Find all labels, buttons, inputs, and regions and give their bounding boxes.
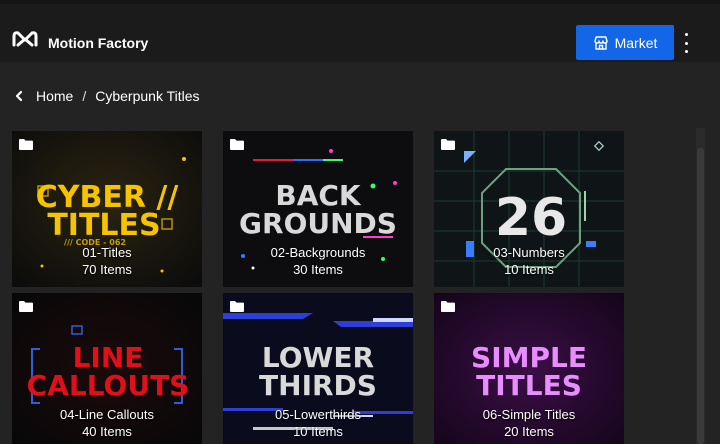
thumbnail-text: GROUNDS — [239, 207, 397, 240]
folder-item-count: 40 Items — [82, 424, 132, 439]
folder-tile[interactable]: BACK GROUNDS 02-Backgrounds 30 Items — [223, 131, 413, 287]
folder-icon — [441, 139, 455, 150]
thumbnail-text: 26 — [495, 188, 567, 248]
folder-tile[interactable]: SIMPLE TITLES 06-Simple Titles 20 Items — [434, 293, 624, 444]
folder-name: 06-Simple Titles — [482, 407, 576, 422]
thumbnail-text: THIRDS — [259, 369, 377, 402]
folder-item-count: 20 Items — [504, 424, 554, 439]
folder-item-count: 10 Items — [293, 424, 343, 439]
folder-icon — [19, 301, 33, 312]
folder-icon — [230, 301, 244, 312]
folder-item-count: 30 Items — [293, 262, 343, 277]
folder-tile[interactable]: 26 03-Numbers 10 Items — [434, 131, 624, 287]
folder-icon — [230, 139, 244, 150]
folder-icon — [19, 139, 33, 150]
scrollbar-thumb[interactable] — [697, 148, 704, 444]
folder-name: 01-Titles — [82, 245, 132, 260]
folder-tile[interactable]: LOWER THIRDS 05-Lowerthirds 10 Items — [223, 293, 413, 444]
folder-tile[interactable]: LINE CALLOUTS 04-Line Callouts 40 Items — [12, 293, 202, 444]
folder-name: 04-Line Callouts — [60, 407, 154, 422]
folder-grid: CYBER // TITLES /// CODE - 062 01-Titles… — [0, 0, 720, 444]
folder-item-count: 70 Items — [82, 262, 132, 277]
folder-name: 05-Lowerthirds — [275, 407, 361, 422]
folder-name: 03-Numbers — [493, 245, 565, 260]
thumbnail-text: CALLOUTS — [27, 369, 190, 402]
thumbnail-text: TITLES — [476, 369, 582, 402]
folder-tile[interactable]: CYBER // TITLES /// CODE - 062 01-Titles… — [12, 131, 202, 287]
folder-icon — [441, 301, 455, 312]
folder-item-count: 10 Items — [504, 262, 554, 277]
folder-name: 02-Backgrounds — [270, 245, 366, 260]
